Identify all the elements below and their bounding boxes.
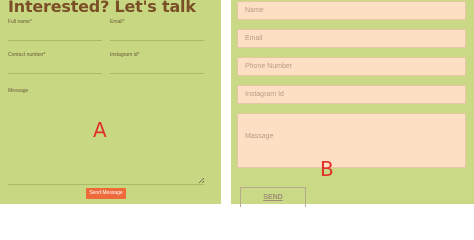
name-input[interactable]: Name [237,1,466,20]
instagram-id-label: Instagram id* [110,52,140,58]
marker-b: B [320,157,334,181]
email-input[interactable] [110,40,204,41]
send-message-button[interactable]: Send Message [86,188,126,199]
full-name-input[interactable] [8,40,102,41]
contact-form-b: Name Email Phone Number Instagram Id Mas… [231,0,474,207]
resize-handle-icon[interactable] [199,178,204,183]
instagram-id-input[interactable] [110,73,204,74]
send-button[interactable]: SEND [240,187,306,207]
message-textarea[interactable] [8,184,204,185]
contact-number-input[interactable] [8,73,102,74]
marker-a: A [93,118,107,142]
message-label: Message [8,88,29,94]
phone-input[interactable]: Phone Number [237,57,466,76]
contact-number-label: Contact number* [8,52,46,58]
contact-form-a: Interested? Let's talk Full name* Email*… [0,0,221,204]
email-input-b[interactable]: Email [237,29,466,48]
email-label: Email* [110,19,125,25]
message-textarea-b[interactable]: Massage [237,113,466,168]
form-a-title: Interested? Let's talk [8,0,196,16]
instagram-input[interactable]: Instagram Id [237,85,466,104]
full-name-label: Full name* [8,19,32,25]
